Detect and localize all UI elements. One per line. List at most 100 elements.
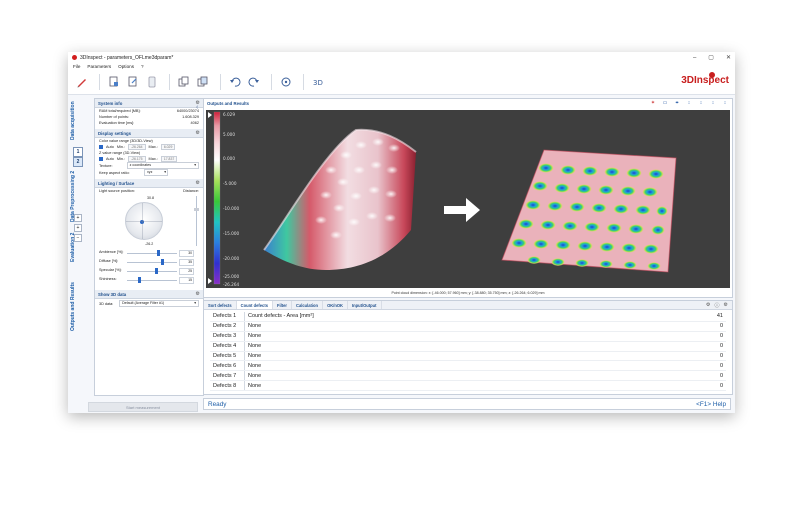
tab-input-output[interactable]: Input/Output [348,301,382,309]
table-row[interactable]: Defects 6 None 0 [210,360,726,372]
table-row[interactable]: Defects 4 None 0 [210,341,726,352]
color-max-field[interactable]: 6.029 [160,144,176,150]
shininess-slider[interactable] [127,280,177,281]
light-position-sphere[interactable] [125,202,163,240]
redo-icon[interactable] [246,74,262,90]
open-parameters-icon[interactable] [125,74,141,90]
colorbar-top-marker [208,112,212,118]
menu-bar: File Parameters Options ? [68,63,735,70]
3d-scene: 6.029 5.000 0.000 -5.000 -10.000 -15.000… [208,111,677,287]
brand-dot-icon [709,72,715,78]
aspect-select[interactable]: xyz ▾ [144,169,168,176]
refresh-icon[interactable] [278,74,294,90]
pen-icon[interactable] [74,74,90,90]
show3d-header[interactable]: Show 3D data ⚙ [95,290,203,299]
tab-sort-defects[interactable]: Sort defects [204,301,237,309]
system-info-row: Evaluation time [ms]: 4062 [99,121,199,125]
colorbar-label: 0.000 [223,156,235,161]
auto-z-checkbox[interactable] [99,157,103,161]
axes-icon[interactable]: ✶ [650,100,656,106]
specular-slider[interactable] [127,271,177,272]
app-window: 3DInspect - parameters_OFLme3dparam* – ▢… [68,52,735,413]
system-info-header[interactable]: System info ⚙ [95,99,203,108]
3d-view-icon[interactable]: 3D [310,74,326,90]
3d-viewport[interactable]: 6.029 5.000 0.000 -5.000 -10.000 -15.000… [206,110,730,288]
ambience-slider[interactable] [127,253,177,254]
diffuse-slider-row: Diffuse [%]: 35 [99,259,194,266]
step-number-2[interactable]: 2 [73,157,83,167]
distance-slider-thumb[interactable] [194,208,199,211]
transform-arrow-icon [444,198,480,222]
texture-row: Texture: z coordinates ▾ [95,162,203,169]
specular-value[interactable]: 25 [179,268,194,275]
tab-ok-nok[interactable]: OK/nOK [323,301,348,309]
diffuse-value[interactable]: 35 [179,259,194,266]
new-parameters-icon[interactable] [106,74,122,90]
light-position-area: Light source position: Distance: 30.8 -2… [99,189,199,246]
menu-file[interactable]: File [73,64,80,69]
menu-options[interactable]: Options [118,64,134,69]
table-row[interactable]: Defects 8 None 0 [210,380,726,392]
status-text: Ready [208,400,227,408]
diffuse-slider-thumb[interactable] [160,259,164,265]
menu-parameters[interactable]: Parameters [87,64,111,69]
gear-icon[interactable]: ⚙ [196,180,200,186]
step-number-1[interactable]: 1 [73,147,83,157]
color-min-field[interactable]: -26.264 [128,144,146,150]
start-measurement-button[interactable]: Start measurement [88,402,198,412]
table-row[interactable]: Defects 3 None 0 [210,331,726,342]
save-parameters-icon[interactable] [144,74,160,90]
compare-icon[interactable] [195,74,211,90]
table-row[interactable]: Defects 5 None 0 [210,351,726,362]
pick-point-icon[interactable]: ⌖ [674,100,680,106]
defects-table: Defects 1 Count defects - Area [mm²] 41 De… [210,312,726,392]
lighting-header[interactable]: Lighting / Surface ⚙ [95,179,203,188]
gear-icon[interactable]: ⚙ [196,291,200,297]
tab-count-defects[interactable]: Count defects [236,301,273,309]
display-settings-header[interactable]: Display settings ⚙ [95,129,203,138]
add-step-button[interactable]: + [74,214,82,222]
remove-step-button[interactable]: − [74,234,82,242]
diffuse-slider[interactable] [127,262,177,263]
settings-icon[interactable]: ⚙ [706,302,710,309]
tab-outputs-results[interactable]: Outputs and Results [70,276,80,338]
distance-slider[interactable] [196,196,197,246]
show3d-select[interactable]: Default (Average Filter #1) ▾ [119,300,199,307]
view-x-icon[interactable]: ↕ [686,100,692,106]
help-link[interactable]: <F1> Help [696,401,726,408]
status-bar: Ready <F1> Help [203,398,731,410]
flattened-surface-model [501,149,677,273]
view-iso-icon[interactable]: ↕ [722,100,728,106]
add-step-button[interactable]: + [74,224,82,232]
tab-calculation[interactable]: Calculation [292,301,324,309]
table-row[interactable]: Defects 1 Count defects - Area [mm²] 41 [210,312,726,322]
table-row[interactable]: Defects 2 None 0 [210,321,726,332]
cylinder-model [263,128,417,270]
ambience-value[interactable]: 30 [179,250,194,257]
undo-icon[interactable] [227,74,243,90]
menu-help[interactable]: ? [141,64,144,69]
view-y-icon[interactable]: ↕ [698,100,704,106]
collapse-panel-icon[interactable]: ‹ [196,104,198,111]
specular-slider-row: Specular [%]: 25 [99,268,194,275]
ambience-slider-thumb[interactable] [156,250,160,256]
show3d-row: 3D data: Default (Average Filter #1) ▾ [95,299,203,308]
tab-data-acquisition[interactable]: Data acquisition [70,96,80,146]
texture-select[interactable]: z coordinates ▾ [126,162,199,169]
gear-icon[interactable]: ⚙ [724,302,728,309]
copy-icon[interactable] [176,74,192,90]
minimize-button[interactable]: – [693,55,696,61]
toolbar: 3D [68,70,735,95]
tab-filter[interactable]: Filter [273,301,292,309]
shininess-slider-thumb[interactable] [138,277,141,283]
close-button[interactable]: ✕ [726,54,731,61]
shininess-value[interactable]: 15 [179,277,194,284]
table-row[interactable]: Defects 7 None 0 [210,370,726,382]
gear-icon[interactable]: ⚙ [196,130,200,136]
auto-color-checkbox[interactable] [99,145,103,149]
specular-slider-thumb[interactable] [154,268,158,274]
maximize-button[interactable]: ▢ [708,54,714,61]
info-icon[interactable]: ⓘ [715,302,720,309]
ruler-icon[interactable]: ▭ [662,100,668,106]
view-z-icon[interactable]: ↕ [710,100,716,106]
